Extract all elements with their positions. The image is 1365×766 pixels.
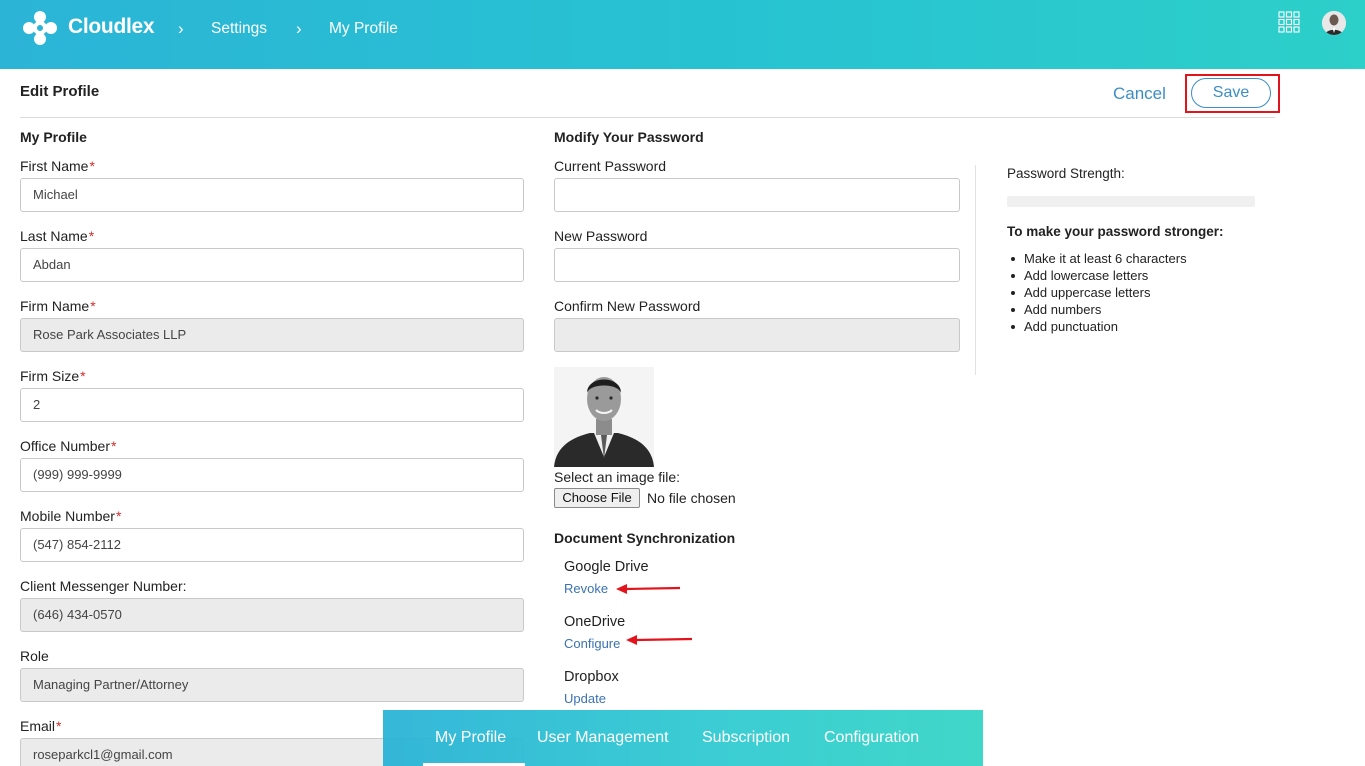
firm-name-field: Rose Park Associates LLP bbox=[20, 318, 524, 352]
firm-size-label: Firm Size* bbox=[20, 368, 86, 384]
office-number-label: Office Number* bbox=[20, 438, 117, 454]
select-image-label: Select an image file: bbox=[554, 469, 681, 485]
breadcrumb-my-profile: My Profile bbox=[329, 20, 398, 37]
new-password-label: New Password bbox=[554, 228, 648, 244]
my-profile-section-title: My Profile bbox=[20, 129, 87, 145]
top-navigation-bar: Cloudlex › Settings › My Profile bbox=[0, 0, 1365, 69]
client-messenger-label: Client Messenger Number: bbox=[20, 578, 187, 594]
chevron-right-icon: › bbox=[178, 19, 184, 38]
page-title: Edit Profile bbox=[20, 83, 100, 100]
grid-icon[interactable] bbox=[1278, 11, 1300, 33]
brand-name[interactable]: Cloudlex bbox=[68, 15, 155, 39]
first-name-label: First Name* bbox=[20, 158, 95, 174]
last-name-label: Last Name* bbox=[20, 228, 95, 244]
role-field: Managing Partner/Attorney bbox=[20, 668, 524, 702]
column-divider bbox=[975, 165, 976, 375]
confirm-password-label: Confirm New Password bbox=[554, 298, 701, 314]
google-drive-label: Google Drive bbox=[564, 559, 649, 575]
tab-my-profile[interactable]: My Profile bbox=[435, 729, 506, 747]
cloudlex-logo-icon[interactable] bbox=[20, 8, 60, 48]
chevron-right-icon: › bbox=[296, 19, 302, 38]
mobile-number-label: Mobile Number* bbox=[20, 508, 122, 524]
tab-user-management[interactable]: User Management bbox=[537, 729, 669, 747]
office-number-field[interactable]: (999) 999-9999 bbox=[20, 458, 524, 492]
red-arrow-icon bbox=[616, 584, 681, 594]
current-password-label: Current Password bbox=[554, 158, 667, 174]
user-avatar[interactable] bbox=[1322, 11, 1346, 35]
cancel-button[interactable]: Cancel bbox=[1113, 84, 1166, 104]
client-messenger-field: (646) 434-0570 bbox=[20, 598, 524, 632]
settings-tab-bar: My Profile User Management Subscription … bbox=[383, 710, 983, 766]
breadcrumb-settings[interactable]: Settings bbox=[211, 20, 267, 38]
modify-password-section-title: Modify Your Password bbox=[554, 129, 704, 145]
password-strength-label: Password Strength: bbox=[1007, 166, 1125, 181]
dropbox-update-link[interactable]: Update bbox=[564, 691, 606, 706]
tab-configuration[interactable]: Configuration bbox=[824, 729, 919, 747]
confirm-password-field bbox=[554, 318, 960, 352]
profile-photo bbox=[554, 367, 654, 467]
password-tips-list: Make it at least 6 characters Add lowerc… bbox=[1007, 250, 1187, 335]
save-button[interactable]: Save bbox=[1191, 78, 1271, 108]
email-label: Email* bbox=[20, 718, 62, 734]
onedrive-label: OneDrive bbox=[564, 614, 626, 630]
password-tip: Add punctuation bbox=[1007, 318, 1187, 335]
choose-file-button[interactable]: Choose File bbox=[554, 488, 640, 508]
tab-subscription[interactable]: Subscription bbox=[702, 729, 790, 747]
no-file-chosen-text: No file chosen bbox=[647, 490, 736, 506]
current-password-field[interactable] bbox=[554, 178, 960, 212]
document-sync-section-title: Document Synchronization bbox=[554, 530, 736, 546]
password-tip: Add uppercase letters bbox=[1007, 284, 1187, 301]
new-password-field[interactable] bbox=[554, 248, 960, 282]
firm-name-label: Firm Name* bbox=[20, 298, 96, 314]
password-tip: Make it at least 6 characters bbox=[1007, 250, 1187, 267]
firm-size-field[interactable]: 2 bbox=[20, 388, 524, 422]
password-tips-title: To make your password stronger: bbox=[1007, 224, 1224, 239]
dropbox-label: Dropbox bbox=[564, 669, 619, 685]
password-tip: Add lowercase letters bbox=[1007, 267, 1187, 284]
password-strength-bar bbox=[1007, 196, 1255, 207]
onedrive-configure-link[interactable]: Configure bbox=[564, 636, 620, 651]
header-divider bbox=[20, 117, 1275, 118]
last-name-field[interactable]: Abdan bbox=[20, 248, 524, 282]
google-drive-revoke-link[interactable]: Revoke bbox=[564, 581, 608, 596]
red-arrow-icon bbox=[626, 635, 693, 645]
first-name-field[interactable]: Michael bbox=[20, 178, 524, 212]
role-label: Role bbox=[20, 648, 49, 664]
mobile-number-field[interactable]: (547) 854-2112 bbox=[20, 528, 524, 562]
password-tip: Add numbers bbox=[1007, 301, 1187, 318]
